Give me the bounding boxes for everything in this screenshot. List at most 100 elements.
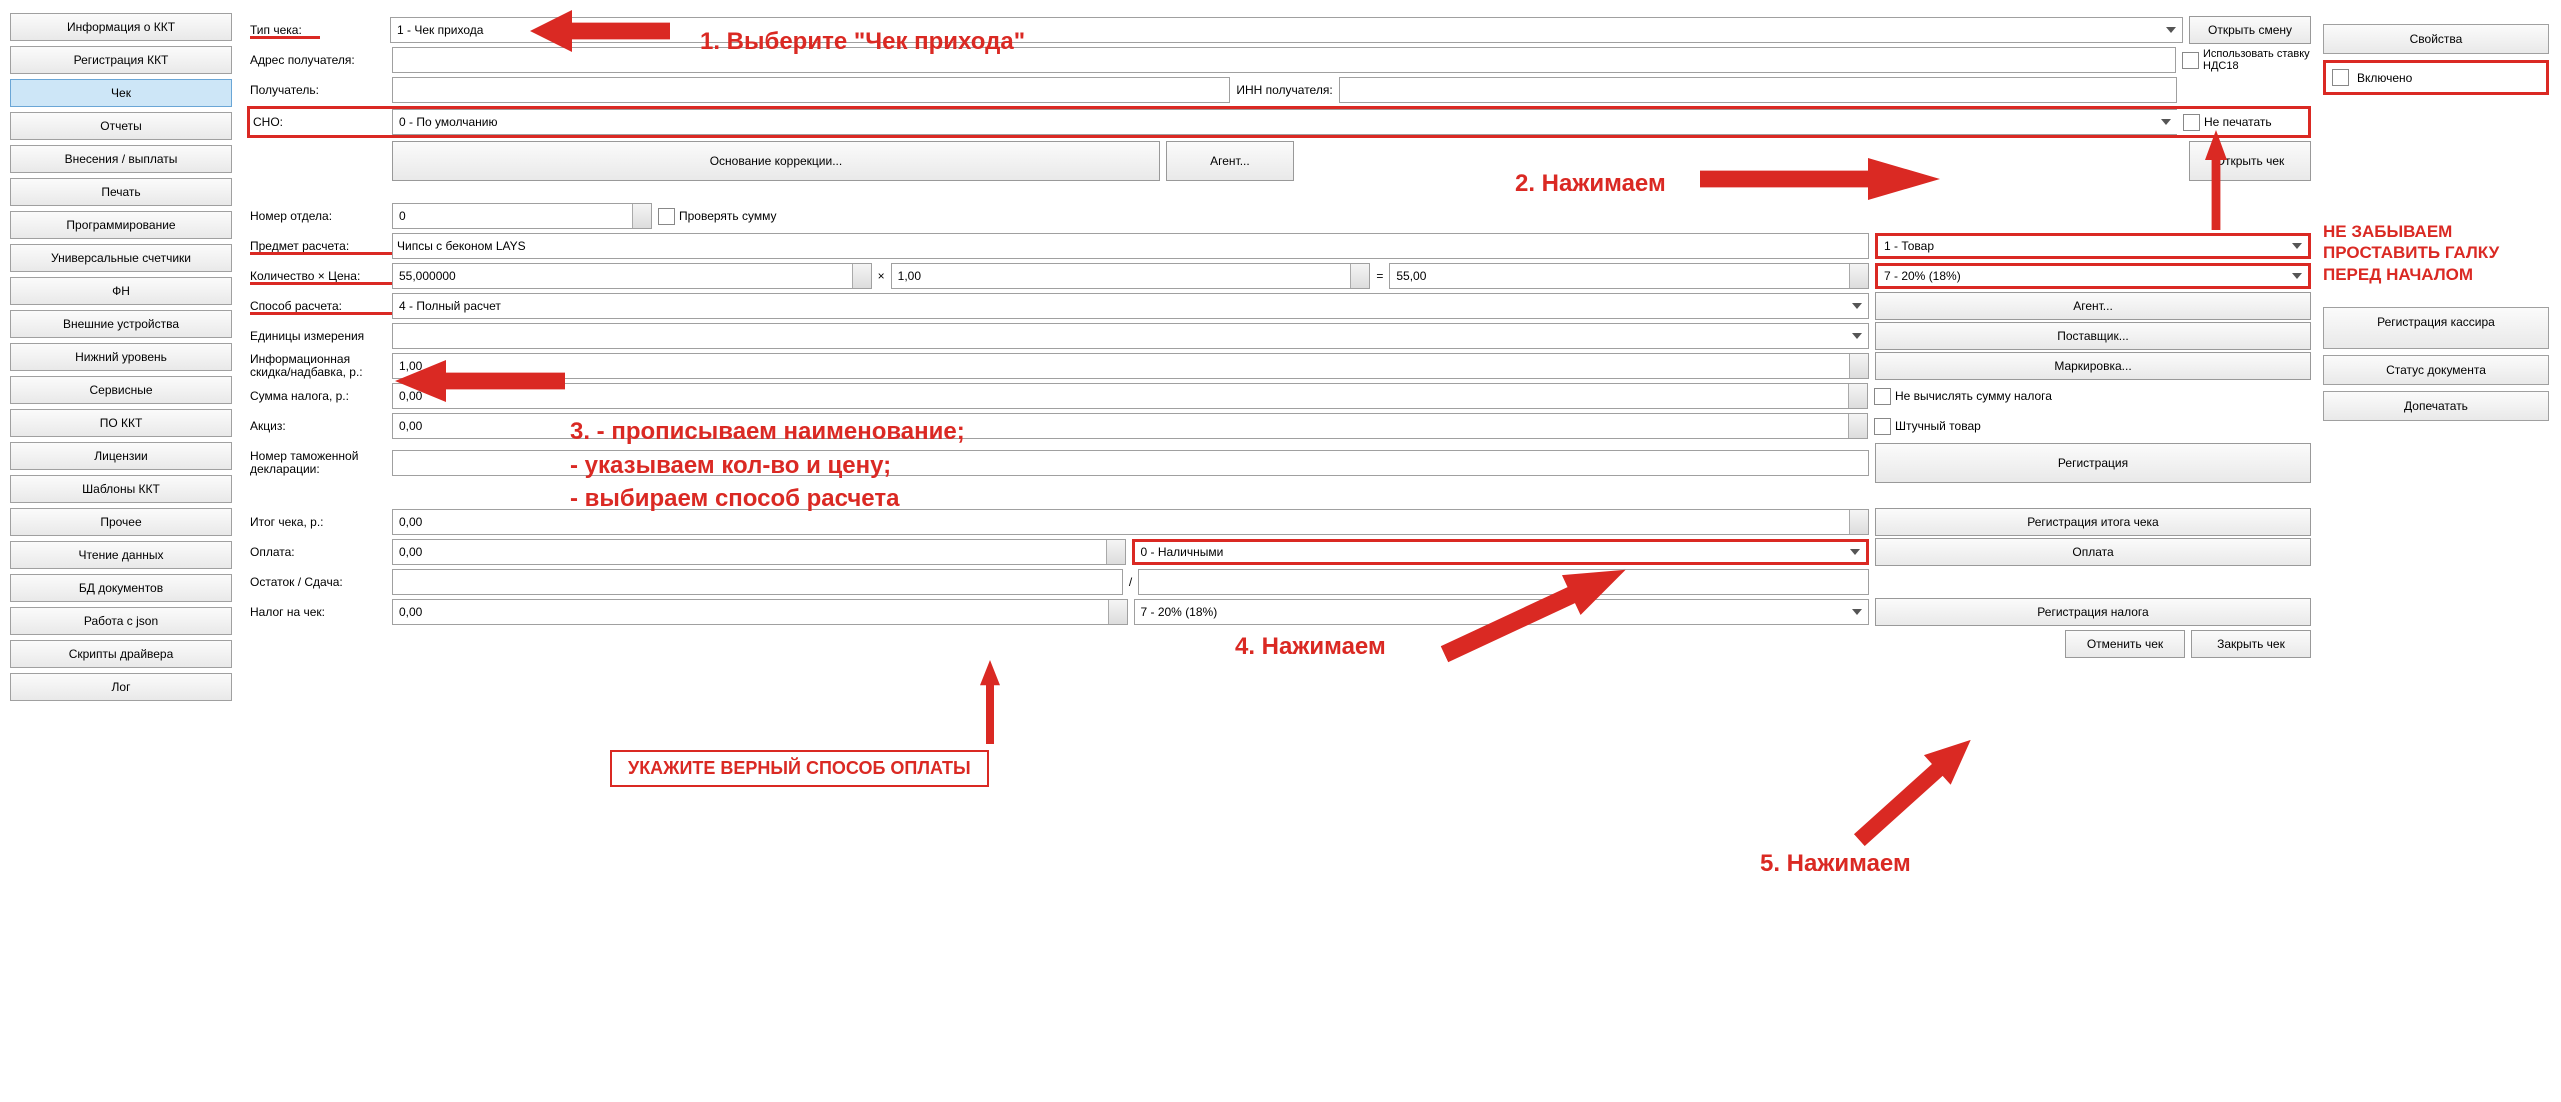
close-cheque-button[interactable]: Закрыть чек xyxy=(2191,630,2311,658)
nav-low-level[interactable]: Нижний уровень xyxy=(10,343,232,371)
nav-log[interactable]: Лог xyxy=(10,673,232,701)
recipient-label: Получатель: xyxy=(250,83,392,97)
change-input[interactable] xyxy=(1138,569,1869,595)
dept-spinner[interactable]: 0 xyxy=(392,203,652,229)
nav-counters[interactable]: Универсальные счетчики xyxy=(10,244,232,272)
taxchk-label: Налог на чек: xyxy=(250,605,392,619)
subject-input[interactable] xyxy=(392,233,1869,259)
recipient-addr-input[interactable] xyxy=(392,47,2176,73)
dopechatat-button[interactable]: Допечатать xyxy=(2323,391,2549,421)
nav-programming[interactable]: Программирование xyxy=(10,211,232,239)
nav-other[interactable]: Прочее xyxy=(10,508,232,536)
nav-json[interactable]: Работа с json xyxy=(10,607,232,635)
agent-mid-button[interactable]: Агент... xyxy=(1875,292,2311,320)
x-label: × xyxy=(872,269,891,283)
check-sum-label: Проверять сумму xyxy=(679,209,777,223)
noprint-checkbox[interactable] xyxy=(2183,114,2200,131)
right-pane: Свойства Включено НЕ ЗАБЫВАЕМ ПРОСТАВИТЬ… xyxy=(2323,24,2549,421)
units-select[interactable] xyxy=(392,323,1869,349)
payment-type-select[interactable]: 0 - Наличными xyxy=(1132,539,1870,565)
nav-read-data[interactable]: Чтение данных xyxy=(10,541,232,569)
nav-print[interactable]: Печать xyxy=(10,178,232,206)
nav-fn[interactable]: ФН xyxy=(10,277,232,305)
sum-spinner[interactable]: 55,00 xyxy=(1389,263,1869,289)
nav-info-kkt[interactable]: Информация о ККТ xyxy=(10,13,232,41)
pay-button[interactable]: Оплата xyxy=(1875,538,2311,566)
customs-label: Номер таможенной декларации: xyxy=(250,450,392,476)
nav-scripts[interactable]: Скрипты драйвера xyxy=(10,640,232,668)
payment-note: УКАЖИТЕ ВЕРНЫЙ СПОСОБ ОПЛАТЫ xyxy=(610,750,989,787)
doc-status-button[interactable]: Статус документа xyxy=(2323,355,2549,385)
anno-5: 5. Нажимаем xyxy=(1760,850,1911,878)
nav-reg-kkt[interactable]: Регистрация ККТ xyxy=(10,46,232,74)
arrow-paynote-icon xyxy=(980,660,1000,744)
sno-select[interactable]: 0 - По умолчанию xyxy=(392,109,2177,135)
nav-deposits[interactable]: Внесения / выплаты xyxy=(10,145,232,173)
recipient-addr-label: Адрес получателя: xyxy=(250,53,392,67)
recipient-input[interactable] xyxy=(392,77,1230,103)
anno-3: 3. - прописываем наименование; - указыва… xyxy=(570,415,965,516)
slash-label: / xyxy=(1123,575,1138,589)
taxsum-spinner[interactable]: 0,00 xyxy=(392,383,1868,409)
units-label: Единицы измерения xyxy=(250,329,392,343)
inn-label: ИНН получателя: xyxy=(1230,83,1338,97)
qty-price-label: Количество × Цена: xyxy=(250,269,392,283)
nav-db-docs[interactable]: БД документов xyxy=(10,574,232,602)
remainder-input[interactable] xyxy=(392,569,1123,595)
reg-tax-button[interactable]: Регистрация налога xyxy=(1875,598,2311,626)
sno-label: СНО: xyxy=(250,115,392,129)
discount-label: Информационная скидка/надбавка, р.: xyxy=(250,353,392,379)
item-type-select[interactable]: 1 - Товар xyxy=(1875,233,2311,259)
nocalctax-checkbox[interactable] xyxy=(1874,388,1891,405)
receipt-type-label: Тип чека: xyxy=(250,23,320,37)
piece-checkbox[interactable] xyxy=(1874,418,1891,435)
qty-spinner[interactable]: 55,000000 xyxy=(392,263,872,289)
payment-label: Оплата: xyxy=(250,545,392,559)
method-label: Способ расчета: xyxy=(250,299,392,313)
marking-button[interactable]: Маркировка... xyxy=(1875,352,2311,380)
nav-service[interactable]: Сервисные xyxy=(10,376,232,404)
piece-label: Штучный товар xyxy=(1895,419,2311,433)
arrow-5-icon xyxy=(1846,725,1984,855)
enabled-checkbox[interactable] xyxy=(2332,69,2349,86)
excise-label: Акциз: xyxy=(250,419,392,433)
method-select[interactable]: 4 - Полный расчет xyxy=(392,293,1869,319)
discount-spinner[interactable]: 1,00 xyxy=(392,353,1869,379)
main-form: Тип чека: 1 - Чек прихода Открыть смену … xyxy=(250,16,2311,660)
vat18-checkbox[interactable] xyxy=(2182,52,2199,69)
nav-reports[interactable]: Отчеты xyxy=(10,112,232,140)
nav-cheque[interactable]: Чек xyxy=(10,79,232,107)
nav-templates[interactable]: Шаблоны ККТ xyxy=(10,475,232,503)
left-nav: Информация о ККТ Регистрация ККТ Чек Отч… xyxy=(10,13,232,701)
register-button[interactable]: Регистрация xyxy=(1875,443,2311,483)
remainder-label: Остаток / Сдача: xyxy=(250,575,392,589)
vat-select[interactable]: 7 - 20% (18%) xyxy=(1875,263,2311,289)
anno-1: 1. Выберите "Чек прихода" xyxy=(700,28,1025,56)
open-shift-button[interactable]: Открыть смену xyxy=(2189,16,2311,44)
taxchk-spinner[interactable]: 0,00 xyxy=(392,599,1128,625)
agent-top-button[interactable]: Агент... xyxy=(1166,141,1294,181)
correction-basis-button[interactable]: Основание коррекции... xyxy=(392,141,1160,181)
taxsum-label: Сумма налога, р.: xyxy=(250,389,392,403)
reg-total-button[interactable]: Регистрация итога чека xyxy=(1875,508,2311,536)
vat18-label: Использовать ставку НДС18 xyxy=(2203,48,2311,72)
open-cheque-button[interactable]: Открыть чек xyxy=(2189,141,2311,181)
anno-4: 4. Нажимаем xyxy=(1235,633,1386,661)
nav-po-kkt[interactable]: ПО ККТ xyxy=(10,409,232,437)
properties-button[interactable]: Свойства xyxy=(2323,24,2549,54)
nocalctax-label: Не вычислять сумму налога xyxy=(1895,389,2311,403)
nav-licenses[interactable]: Лицензии xyxy=(10,442,232,470)
eq-label: = xyxy=(1370,269,1389,283)
dept-label: Номер отдела: xyxy=(250,209,392,223)
price-spinner[interactable]: 1,00 xyxy=(891,263,1371,289)
enabled-label: Включено xyxy=(2357,71,2412,85)
noprint-label: Не печатать xyxy=(2204,115,2308,129)
supplier-button[interactable]: Поставщик... xyxy=(1875,322,2311,350)
check-sum-checkbox[interactable] xyxy=(658,208,675,225)
payment-spinner[interactable]: 0,00 xyxy=(392,539,1126,565)
cancel-cheque-button[interactable]: Отменить чек xyxy=(2065,630,2185,658)
nav-ext-dev[interactable]: Внешние устройства xyxy=(10,310,232,338)
anno-remember: НЕ ЗАБЫВАЕМ ПРОСТАВИТЬ ГАЛКУ ПЕРЕД НАЧАЛ… xyxy=(2323,221,2549,285)
reg-cashier-button[interactable]: Регистрация кассира xyxy=(2323,307,2549,349)
inn-input[interactable] xyxy=(1339,77,2177,103)
